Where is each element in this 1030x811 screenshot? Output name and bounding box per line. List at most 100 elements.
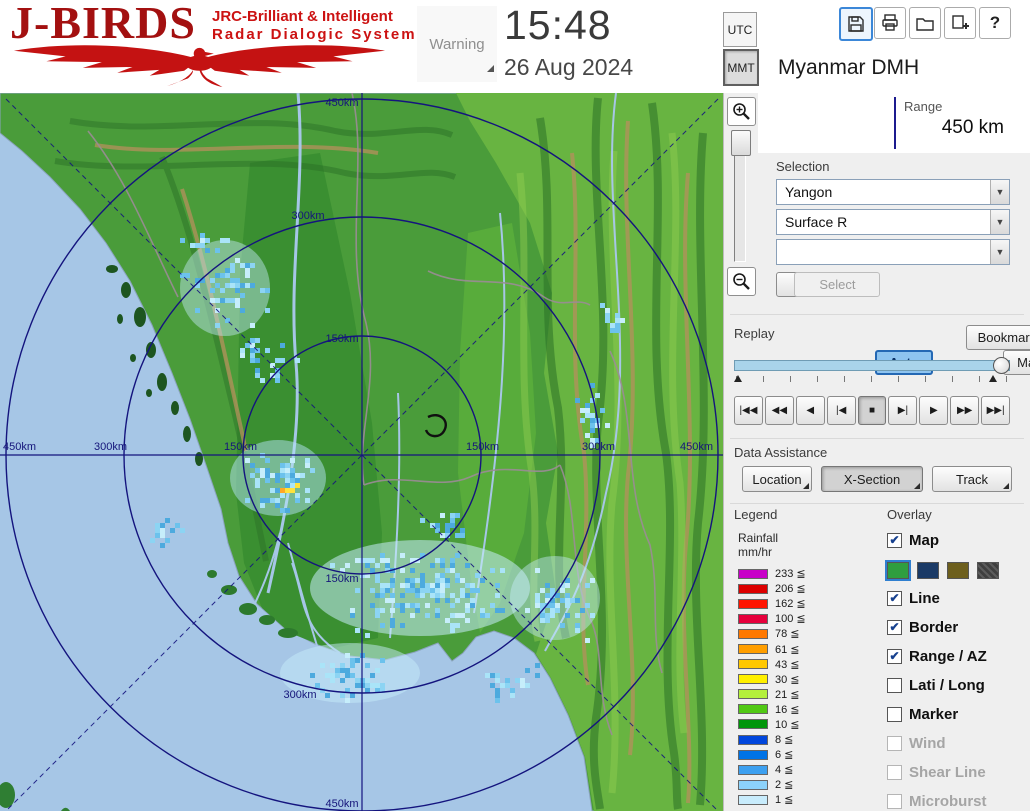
zoom-out-button[interactable]: [727, 267, 756, 296]
chevron-down-icon[interactable]: ▼: [990, 210, 1009, 234]
skip-to-end-button[interactable]: ▶▶|: [981, 396, 1011, 425]
overlay-checkbox-marker[interactable]: Marker: [887, 705, 1029, 723]
clock-time: 15:48: [504, 2, 612, 48]
overlay-checkbox-range-az[interactable]: ✔ Range / AZ: [887, 647, 1029, 665]
overlay-checkbox-shear-line: Shear Line: [887, 763, 1029, 781]
separator: [730, 503, 1024, 504]
overlay-checkbox-line[interactable]: ✔ Line: [887, 589, 1029, 607]
step-forward-button[interactable]: ▶|: [888, 396, 918, 425]
map-style-swatch-olive[interactable]: [947, 561, 969, 579]
legend-swatch: [738, 613, 768, 624]
bookmark-button[interactable]: Bookmark: [965, 325, 1030, 350]
track-button[interactable]: Track: [932, 466, 1012, 492]
svg-text:150km: 150km: [325, 333, 358, 345]
select-button: Select: [794, 272, 881, 297]
replay-slider[interactable]: [734, 357, 1010, 387]
legend-value: 10 ≦: [775, 718, 800, 731]
save-button[interactable]: [839, 7, 873, 41]
legend-swatch: [738, 644, 768, 655]
playback-controls: |◀◀ ◀◀ ◀ |◀ ■ ▶| ▶ ▶▶ ▶▶|: [734, 396, 1011, 425]
utc-button[interactable]: UTC: [723, 12, 757, 47]
radar-map[interactable]: 450km 300km 150km 450km 300km 150km 150k…: [0, 92, 724, 811]
legend-value: 21 ≦: [775, 688, 800, 701]
fast-forward-button[interactable]: ▶▶: [950, 396, 980, 425]
play-button[interactable]: ▶: [919, 396, 949, 425]
legend-row: 233 ≦: [738, 566, 882, 581]
location-button[interactable]: Location: [742, 466, 812, 492]
legend-swatch: [738, 659, 768, 670]
station-name: Myanmar DMH: [778, 56, 920, 79]
legend-value: 30 ≦: [775, 673, 800, 686]
legend-value: 43 ≦: [775, 658, 800, 671]
legend-swatch: [738, 779, 768, 790]
legend-label: Legend: [734, 507, 778, 522]
logo-tagline-2: Radar Dialogic System: [212, 26, 417, 43]
zoom-slider-handle[interactable]: [731, 130, 751, 156]
step-back-button[interactable]: |◀: [826, 396, 856, 425]
checkbox-box[interactable]: ✔: [887, 619, 902, 635]
legend-swatch: [738, 628, 768, 639]
checkbox-box[interactable]: ✔: [887, 532, 902, 548]
svg-text:450km: 450km: [325, 798, 358, 810]
overlay-checkbox-border[interactable]: ✔ Border: [887, 618, 1029, 636]
legend-row: 30 ≦: [738, 672, 882, 687]
overlay-item-label: Wind: [909, 734, 946, 752]
legend-row: 206 ≦: [738, 581, 882, 596]
help-button[interactable]: ?: [979, 7, 1011, 39]
check-icon: ✔: [889, 649, 900, 663]
print-button[interactable]: [874, 7, 906, 39]
overlay-item-label: Range / AZ: [909, 647, 987, 665]
legend-value: 100 ≦: [775, 613, 806, 626]
range-divider: [894, 97, 896, 149]
export-button[interactable]: [944, 7, 976, 39]
separator: [730, 438, 1024, 439]
mmt-button[interactable]: MMT: [723, 49, 759, 86]
map-style-swatches: [885, 559, 1029, 581]
map-style-swatch-navy[interactable]: [917, 561, 939, 579]
svg-text:150km: 150km: [224, 441, 257, 453]
overlay-checkbox-map[interactable]: ✔ Map: [887, 531, 1029, 549]
chevron-down-icon[interactable]: ▼: [990, 180, 1009, 204]
overlay-checkbox-lati-long[interactable]: Lati / Long: [887, 676, 1029, 694]
station-dropdown[interactable]: Yangon ▼: [776, 179, 1010, 205]
legend-panel: Legend Rainfall mm/hr 233 ≦ 206 ≦ 162 ≦ …: [734, 507, 882, 808]
bookmark-label: Bookmark: [977, 330, 1030, 345]
checkbox-box[interactable]: [887, 677, 902, 693]
warning-button[interactable]: Warning: [417, 6, 497, 82]
legend-row: 100 ≦: [738, 611, 882, 626]
folder-icon: [916, 18, 934, 31]
legend-swatch: [738, 598, 768, 609]
right-panel: Range 450 km Selection Yangon ▼ Surface …: [723, 93, 1030, 811]
zoom-in-button[interactable]: [727, 97, 756, 126]
overlay-checkbox-microburst: Microburst: [887, 792, 1029, 810]
selection-label: Selection: [776, 159, 830, 174]
fast-rewind-button[interactable]: ◀◀: [764, 396, 794, 425]
legend-swatch: [738, 734, 768, 745]
checkbox-box[interactable]: ✔: [887, 590, 902, 606]
replay-slider-ticks: [736, 376, 1008, 382]
help-icon: ?: [989, 13, 1001, 32]
open-folder-button[interactable]: [909, 7, 941, 39]
legend-unit-2: mm/hr: [738, 545, 772, 559]
checkbox-box[interactable]: ✔: [887, 648, 902, 664]
checkbox-box[interactable]: [887, 706, 902, 722]
legend-swatch: [738, 689, 768, 700]
skip-to-start-button[interactable]: |◀◀: [734, 396, 763, 425]
range-value: 450 km: [941, 117, 1004, 138]
product-dropdown[interactable]: Surface R ▼: [776, 209, 1010, 235]
replay-slider-handle[interactable]: [993, 357, 1010, 374]
option-dropdown[interactable]: ▼: [776, 239, 1010, 265]
warning-label: Warning: [429, 35, 485, 53]
map-style-swatch-green[interactable]: [885, 559, 911, 581]
replay-slider-start-marker: [734, 375, 742, 382]
replay-slider-track[interactable]: [734, 360, 1010, 371]
x-section-button[interactable]: X-Section: [821, 466, 923, 492]
chevron-down-icon[interactable]: ▼: [990, 240, 1009, 264]
eagle-logo-icon: [13, 45, 386, 88]
stop-button[interactable]: ■: [857, 396, 887, 425]
location-label: Location: [752, 471, 802, 487]
play-backward-button[interactable]: ◀: [795, 396, 825, 425]
svg-text:150km: 150km: [466, 441, 499, 453]
save-icon: [848, 16, 864, 32]
map-style-swatch-gray[interactable]: [977, 561, 999, 579]
